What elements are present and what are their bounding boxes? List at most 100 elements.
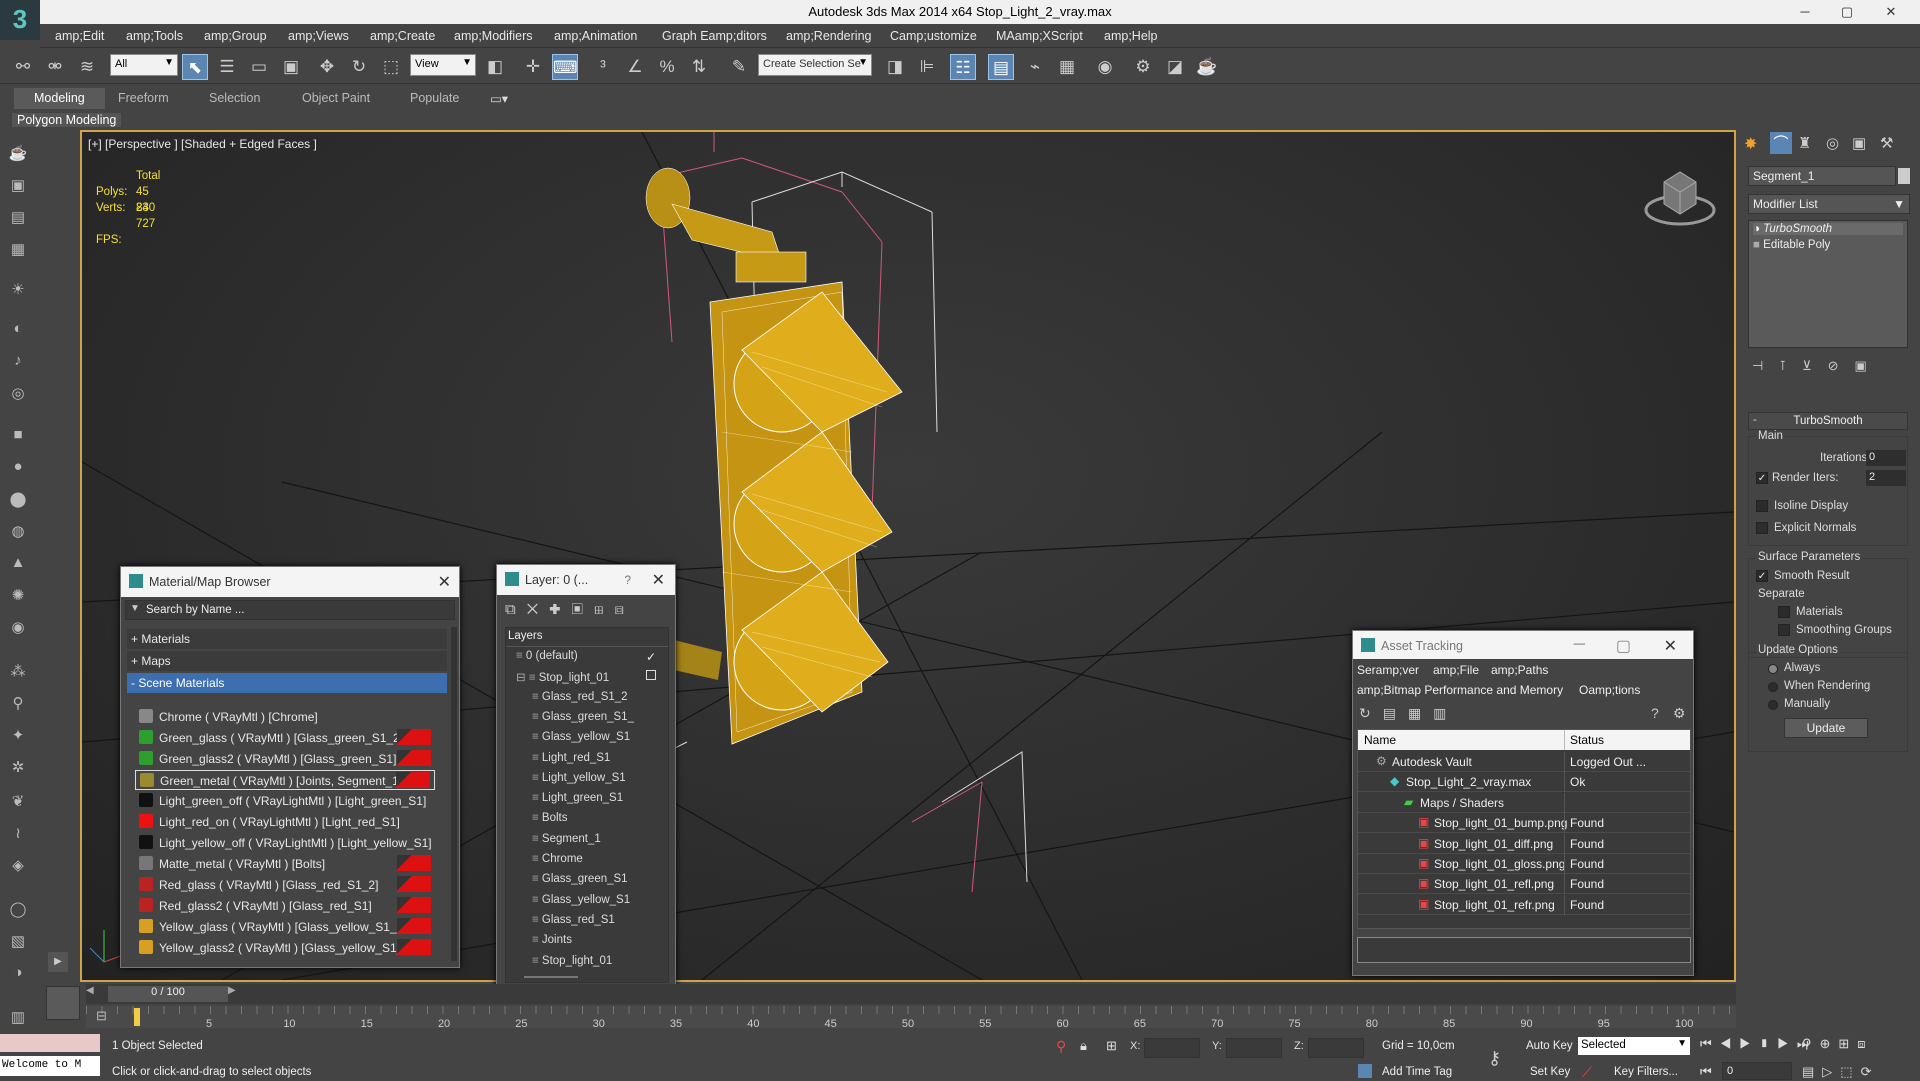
asset-row[interactable]: ▣ Stop_light_01_refr.png Found	[1358, 894, 1690, 915]
render-iters-checkbox[interactable]: ✓	[1756, 472, 1768, 484]
utilities-tab-icon[interactable]: ⚒	[1880, 134, 1893, 152]
maximize-icon[interactable]: ▢	[1616, 636, 1631, 656]
current-frame-field[interactable]: 0	[1722, 1062, 1792, 1080]
menu-edit[interactable]: amp;Edit	[55, 29, 104, 43]
materials-checkbox[interactable]	[1778, 606, 1790, 618]
box-icon[interactable]: ■	[6, 426, 30, 450]
menu-server[interactable]: Seramp;ver	[1357, 663, 1419, 677]
menu-views[interactable]: amp;Views	[288, 29, 349, 43]
menu-graph-editors[interactable]: Graph Eamp;ditors	[662, 29, 767, 43]
sound-icon[interactable]: ♪	[6, 352, 30, 376]
mirror-icon[interactable]: ◨	[882, 54, 908, 80]
menu-bitmap-performance[interactable]: amp;Bitmap Performance and Memory	[1357, 683, 1563, 697]
isolate-icon[interactable]: ⚲	[1056, 1038, 1066, 1055]
material-item[interactable]: Green_metal ( VRayMtl ) [Joints, Segment…	[135, 770, 435, 790]
material-browser-titlebar[interactable]: Material/Map Browser ✕	[121, 567, 459, 597]
frame-counter[interactable]: 0 / 100	[108, 986, 228, 1002]
pivot-center-icon[interactable]: ◧	[482, 54, 508, 80]
lock-icon[interactable]: 🔒︎	[1080, 1038, 1087, 1054]
rotate-icon[interactable]: ↻	[346, 54, 372, 80]
material-item[interactable]: Light_yellow_off ( VRayLightMtl ) [Light…	[135, 833, 435, 853]
help-icon[interactable]: ?	[624, 573, 631, 587]
snapshot-icon[interactable]: ▧	[6, 932, 30, 956]
isoline-display-checkbox[interactable]	[1756, 500, 1768, 512]
mini-listener-icon[interactable]	[46, 986, 80, 1020]
manually-radio[interactable]	[1768, 700, 1778, 710]
torus-icon[interactable]: ◍	[6, 522, 30, 546]
scale-icon[interactable]: ⬚	[378, 54, 404, 80]
z-coord-field[interactable]	[1308, 1038, 1364, 1058]
particles-icon[interactable]: ⁂	[6, 662, 30, 686]
sphere-icon[interactable]: ●	[6, 458, 30, 482]
scrollbar[interactable]	[451, 627, 457, 961]
turbosmooth-rollout-header[interactable]: - TurboSmooth	[1748, 412, 1908, 430]
render-production-icon[interactable]: ☕	[1194, 54, 1220, 80]
angle-snap-icon[interactable]: ∠	[622, 54, 648, 80]
asset-row[interactable]: ◆ Stop_Light_2_vray.max Ok	[1358, 772, 1690, 793]
group-maps[interactable]: + Maps	[127, 651, 447, 671]
document-icon[interactable]: ▤	[6, 208, 30, 232]
layer-row[interactable]: ≡ Light_yellow_S1	[532, 772, 626, 784]
layer-explorer-icon[interactable]: ☷	[950, 54, 976, 80]
layer-toggle-checkbox[interactable]	[646, 670, 656, 680]
update-button[interactable]: Update	[1784, 718, 1868, 738]
tab-object-paint[interactable]: Object Paint	[302, 91, 370, 105]
cone-icon[interactable]: ▲	[6, 554, 30, 578]
camera-icon[interactable]: ◐	[6, 320, 30, 344]
globe-icon[interactable]: ◯	[6, 900, 30, 924]
layer-row[interactable]: ≡ Glass_yellow_S1	[532, 894, 630, 906]
material-item[interactable]: Yellow_glass ( VRayMtl ) [Glass_yellow_S…	[135, 917, 435, 937]
asset-row[interactable]: ▣ Stop_light_01_gloss.png Found	[1358, 854, 1690, 874]
stack-item-turbosmooth[interactable]: ◑ TurboSmooth	[1753, 223, 1903, 235]
y-coord-field[interactable]	[1226, 1038, 1282, 1058]
close-icon[interactable]: ✕	[438, 572, 451, 592]
material-item[interactable]: Matte_metal ( VRayMtl ) [Bolts]	[135, 854, 435, 874]
tab-modeling[interactable]: Modeling	[14, 88, 105, 109]
bone-icon[interactable]: ⚲	[6, 694, 30, 718]
hierarchy-tab-icon[interactable]: ♜	[1798, 134, 1811, 152]
time-tag-icon[interactable]	[1358, 1064, 1372, 1078]
rect-selection-icon[interactable]: ▭	[246, 54, 272, 80]
sun-icon[interactable]: ✺	[6, 586, 30, 610]
layer-row[interactable]: ≡ Light_green_S1	[532, 792, 623, 804]
menu-rendering[interactable]: amp;Rendering	[786, 29, 871, 43]
disc-icon[interactable]: ◉	[6, 618, 30, 642]
material-item[interactable]: Red_glass ( VRayMtl ) [Glass_red_S1_2]	[135, 875, 435, 895]
polygon-modeling-panel[interactable]: Polygon Modeling	[12, 113, 122, 127]
grid-icon[interactable]: ▦	[6, 240, 30, 264]
group-materials[interactable]: + Materials	[127, 629, 447, 649]
rendered-frame-window-icon[interactable]: ◪	[1162, 54, 1188, 80]
layer-row[interactable]: ≡ Stop_light_01	[532, 955, 612, 967]
spacewarp-icon[interactable]: ✲	[6, 758, 30, 782]
key-mode-dropdown[interactable]: Selected ▼	[1578, 1037, 1690, 1055]
close-button[interactable]: ✕	[1876, 2, 1906, 22]
col-status[interactable]: Status	[1570, 733, 1604, 747]
cylinder-icon[interactable]: ⬤	[6, 490, 30, 514]
layer-row[interactable]: ≡ Joints	[532, 934, 572, 946]
time-slider[interactable]: ◀ 0 / 100 ▶	[86, 984, 1736, 1004]
absolute-mode-icon[interactable]: ⊞	[1106, 1038, 1117, 1054]
help-icon[interactable]: ?	[1651, 705, 1659, 721]
smooth-result-checkbox[interactable]: ✓	[1756, 570, 1768, 582]
set-key-icon[interactable]: ⟋	[1582, 1064, 1592, 1081]
group-scene-materials[interactable]: - Scene Materials	[127, 673, 447, 693]
set-key-button[interactable]: Set Key	[1530, 1066, 1570, 1078]
layer-tools-icons[interactable]: ⧉✕✚▣⊞⧈	[505, 601, 669, 621]
key-filters-button[interactable]: Key Filters...	[1614, 1066, 1678, 1078]
named-selection-sets-dropdown[interactable]: Create Selection Se ▼	[758, 54, 872, 76]
select-by-name-icon[interactable]: ☰	[214, 54, 240, 80]
auto-key-button[interactable]: Auto Key	[1526, 1040, 1573, 1052]
menu-maxscript[interactable]: MAamp;XScript	[996, 29, 1083, 43]
settings-icon[interactable]: ⚙	[1673, 705, 1686, 722]
iterations-spinner[interactable]: 0	[1866, 450, 1906, 466]
layer-row[interactable]: ≡ Segment_1	[532, 833, 601, 845]
viewport-nav-icons-2[interactable]: ▤▷⬚⟳	[1802, 1064, 1879, 1080]
bind-spacewarp-icon[interactable]: ≋	[74, 54, 100, 80]
asset-row[interactable]: ▰ Maps / Shaders	[1358, 792, 1690, 813]
ribbon-options-icon[interactable]: ▭▾	[490, 91, 508, 106]
layer-row[interactable]: ≡ Glass_red_S1_2	[532, 691, 628, 703]
asset-row[interactable]: ⚙ Autodesk Vault Logged Out ...	[1358, 752, 1690, 772]
edit-named-sets-icon[interactable]: ✎	[726, 54, 752, 80]
selection-filter-dropdown[interactable]: All ▼	[110, 54, 178, 76]
material-editor-icon[interactable]: ◉	[1092, 54, 1118, 80]
